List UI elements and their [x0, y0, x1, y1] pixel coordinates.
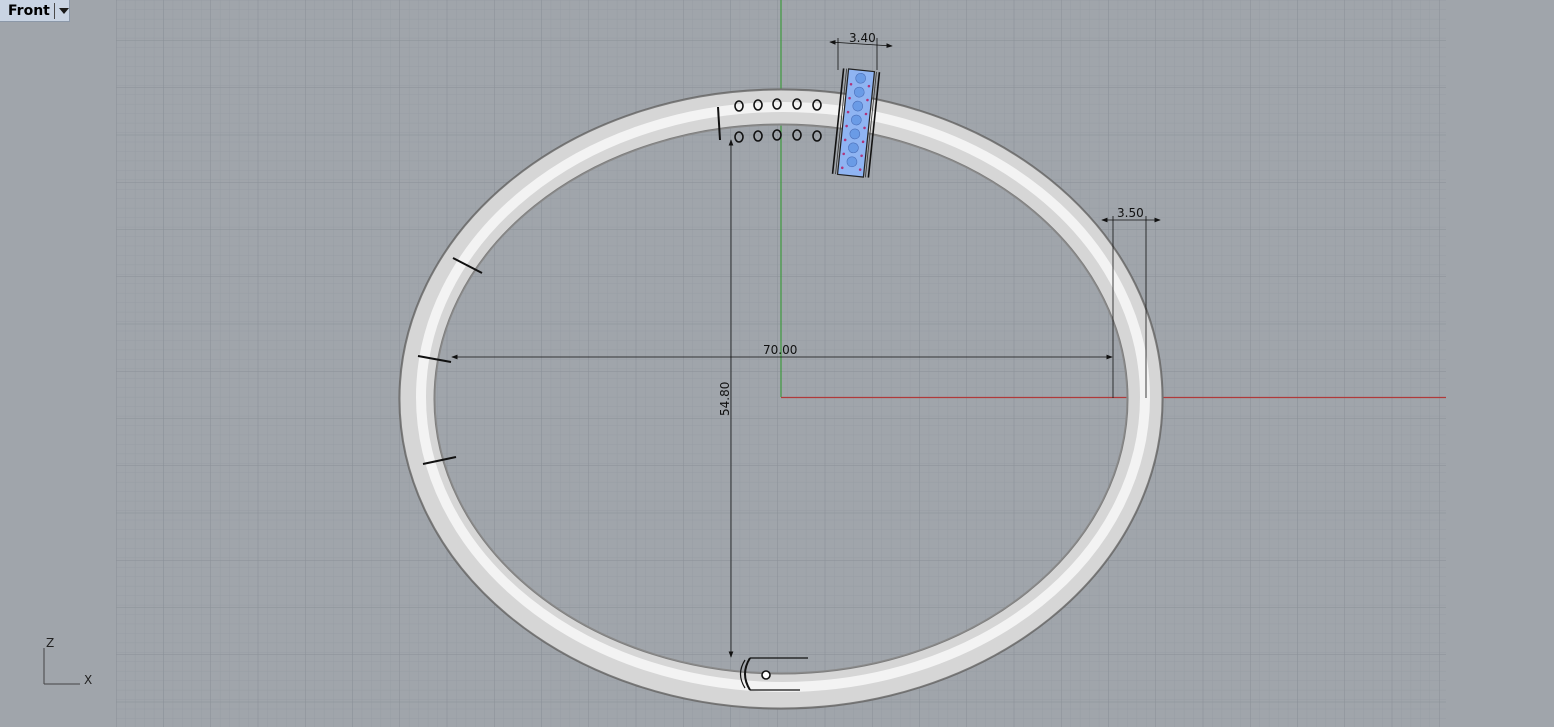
chevron-down-icon[interactable] [59, 7, 69, 14]
axes-gizmo: Z X [43, 636, 92, 687]
axes-gizmo-x-label: X [84, 673, 92, 687]
axes-gizmo-z-label: Z [46, 636, 54, 650]
dimension-band-width-label: 3.40 [849, 31, 876, 45]
dimension-tube-thickness-label: 3.50 [1117, 206, 1144, 220]
viewport-canvas[interactable]: 3.40 3.50 70.00 54.80 Z X [0, 0, 1554, 727]
viewport-title-separator [54, 2, 55, 19]
viewport-title-tab[interactable]: Front [0, 0, 70, 22]
dimension-inner-height-label: 54.80 [718, 382, 732, 416]
viewport-front[interactable]: 3.40 3.50 70.00 54.80 Z X Front [0, 0, 1554, 727]
viewport-title[interactable]: Front [0, 3, 54, 19]
dimension-inner-width-label: 70.00 [763, 343, 797, 357]
